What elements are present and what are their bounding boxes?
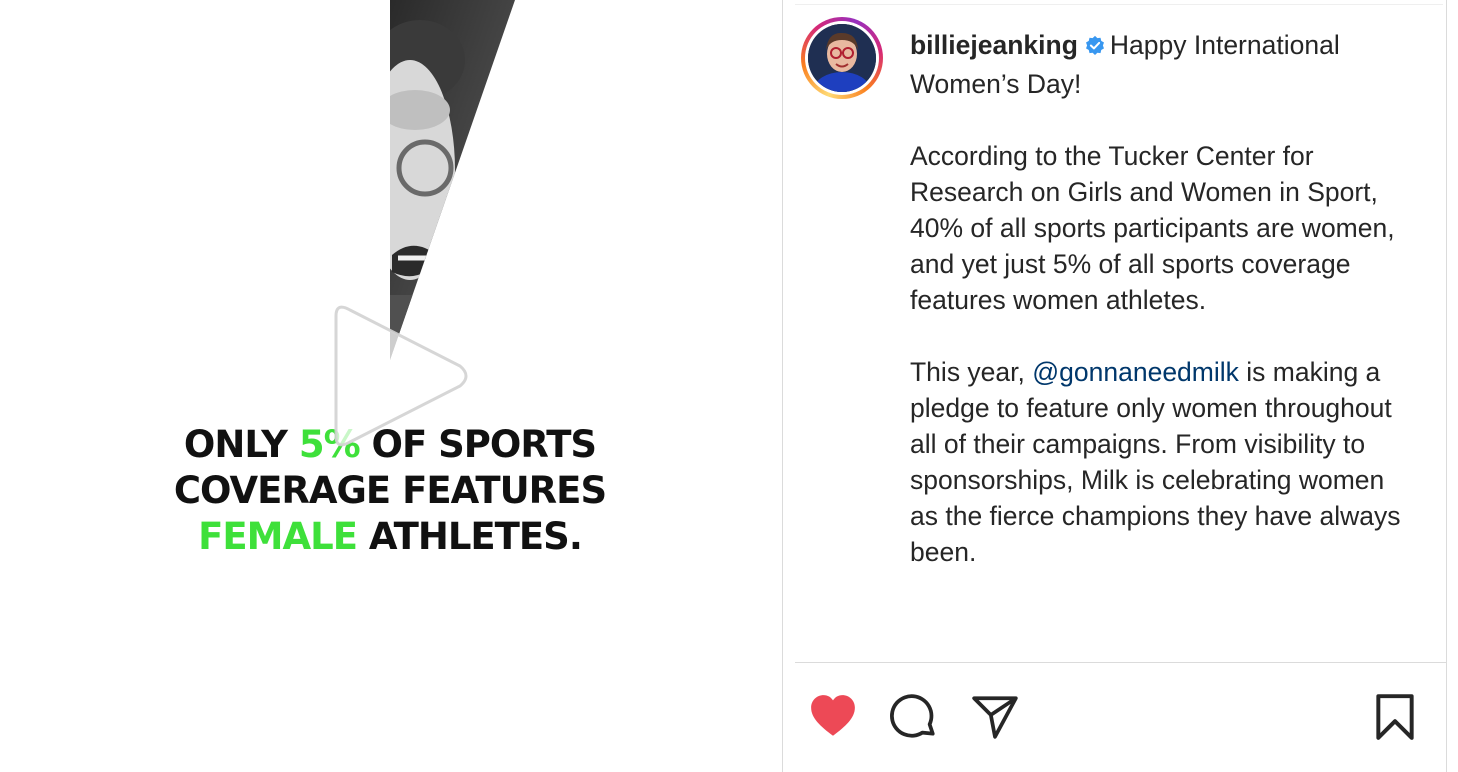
header-divider	[795, 4, 1443, 5]
instagram-post: ONLY 5% OF SPORTS COVERAGE FEATURES FEMA…	[0, 0, 1458, 772]
avatar-photo	[808, 24, 876, 92]
post-caption: billiejeanking Happy International Women’…	[910, 27, 1410, 570]
caption-paragraph-2: According to the Tucker Center for Resea…	[910, 141, 1395, 315]
play-icon[interactable]	[322, 300, 474, 452]
panel-border	[1446, 0, 1447, 772]
panel-divider	[782, 0, 783, 772]
comment-icon[interactable]	[889, 692, 939, 742]
heart-icon[interactable]	[808, 692, 858, 742]
mention-link[interactable]: @gonnaneedmilk	[1032, 357, 1239, 387]
author-username[interactable]: billiejeanking	[910, 30, 1078, 60]
verified-badge-icon	[1084, 30, 1106, 66]
caption-paragraph-3: This year, @gonnaneedmilk is making a pl…	[910, 357, 1401, 567]
actions-divider	[795, 662, 1446, 663]
send-icon[interactable]	[970, 692, 1020, 742]
post-media[interactable]: ONLY 5% OF SPORTS COVERAGE FEATURES FEMA…	[0, 0, 782, 772]
bookmark-icon[interactable]	[1370, 692, 1420, 742]
avatar[interactable]	[801, 17, 883, 99]
